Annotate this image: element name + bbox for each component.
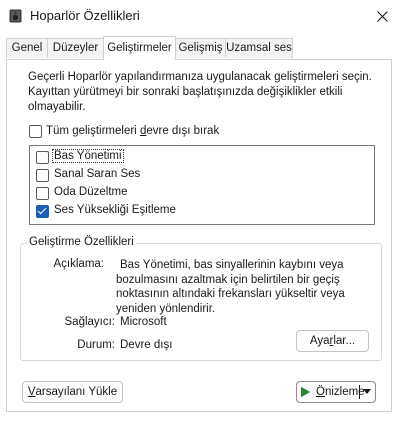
provider-value: Microsoft bbox=[120, 316, 167, 328]
tab-spatial-sound[interactable]: Uzamsal ses bbox=[225, 38, 293, 58]
close-icon bbox=[376, 10, 388, 22]
enhancements-list[interactable]: Bas Yönetimi Sanal Saran Ses Oda Düzeltm… bbox=[29, 145, 375, 225]
bass-management-checkbox[interactable] bbox=[36, 151, 49, 164]
disable-all-checkbox-row[interactable]: Tüm geliştirmeleri devre dışı bırak bbox=[29, 124, 249, 140]
close-button[interactable] bbox=[368, 2, 396, 30]
room-correction-checkbox[interactable] bbox=[36, 187, 49, 200]
split-divider bbox=[359, 385, 360, 399]
disable-all-checkbox[interactable] bbox=[29, 125, 42, 138]
speaker-icon bbox=[9, 9, 22, 23]
virtual-surround-checkbox[interactable] bbox=[36, 169, 49, 182]
tab-enhancements[interactable]: Geliştirmeler bbox=[103, 36, 176, 60]
tab-advanced[interactable]: Gelişmiş bbox=[175, 38, 226, 58]
bass-management-label: Bas Yönetimi bbox=[52, 149, 124, 163]
list-item-room-correction[interactable]: Oda Düzeltme bbox=[30, 185, 370, 202]
preview-label: Önizleme bbox=[316, 386, 365, 398]
status-value: Devre dışı bbox=[120, 339, 173, 351]
list-item-virtual-surround[interactable]: Sanal Saran Ses bbox=[30, 167, 370, 184]
virtual-surround-label: Sanal Saran Ses bbox=[54, 168, 141, 180]
status-label: Durum: bbox=[77, 339, 115, 351]
provider-label: Sağlayıcı: bbox=[64, 316, 116, 328]
preview-button[interactable]: Önizleme bbox=[296, 381, 376, 403]
list-item-loudness-equalization[interactable]: Ses Yüksekliği Eşitleme bbox=[30, 203, 370, 220]
tab-general[interactable]: Genel bbox=[6, 38, 48, 58]
tab-levels[interactable]: Düzeyler bbox=[47, 38, 104, 58]
dropdown-arrow-icon[interactable] bbox=[363, 389, 371, 395]
properties-group-title: Geliştirme Özellikleri bbox=[27, 236, 136, 248]
disable-all-label: Tüm geliştirmeleri devre dışı bırak bbox=[46, 125, 220, 137]
enhancements-description: Geçerli Hoparlör yapılandırmanıza uygula… bbox=[28, 71, 372, 113]
settings-button[interactable]: Aya r lar... bbox=[296, 330, 369, 352]
loudness-equalization-checkbox[interactable] bbox=[36, 205, 49, 218]
description-label: Açıklama: bbox=[53, 258, 105, 270]
tab-strip: Genel Düzeyler Geliştirmeler Gelişmiş Uz… bbox=[0, 36, 398, 60]
play-icon bbox=[301, 386, 311, 398]
description-value: Bas Yönetimi, bas sinyallerinin kaybını … bbox=[116, 259, 345, 315]
room-correction-label: Oda Düzeltme bbox=[54, 186, 128, 198]
restore-defaults-button[interactable]: Varsayılanı Yükle bbox=[22, 381, 123, 403]
window-title: Hoparlör Özellikleri bbox=[30, 8, 140, 23]
list-item-bass-management[interactable]: Bas Yönetimi bbox=[30, 149, 370, 166]
loudness-equalization-label: Ses Yüksekliği Eşitleme bbox=[54, 204, 176, 216]
